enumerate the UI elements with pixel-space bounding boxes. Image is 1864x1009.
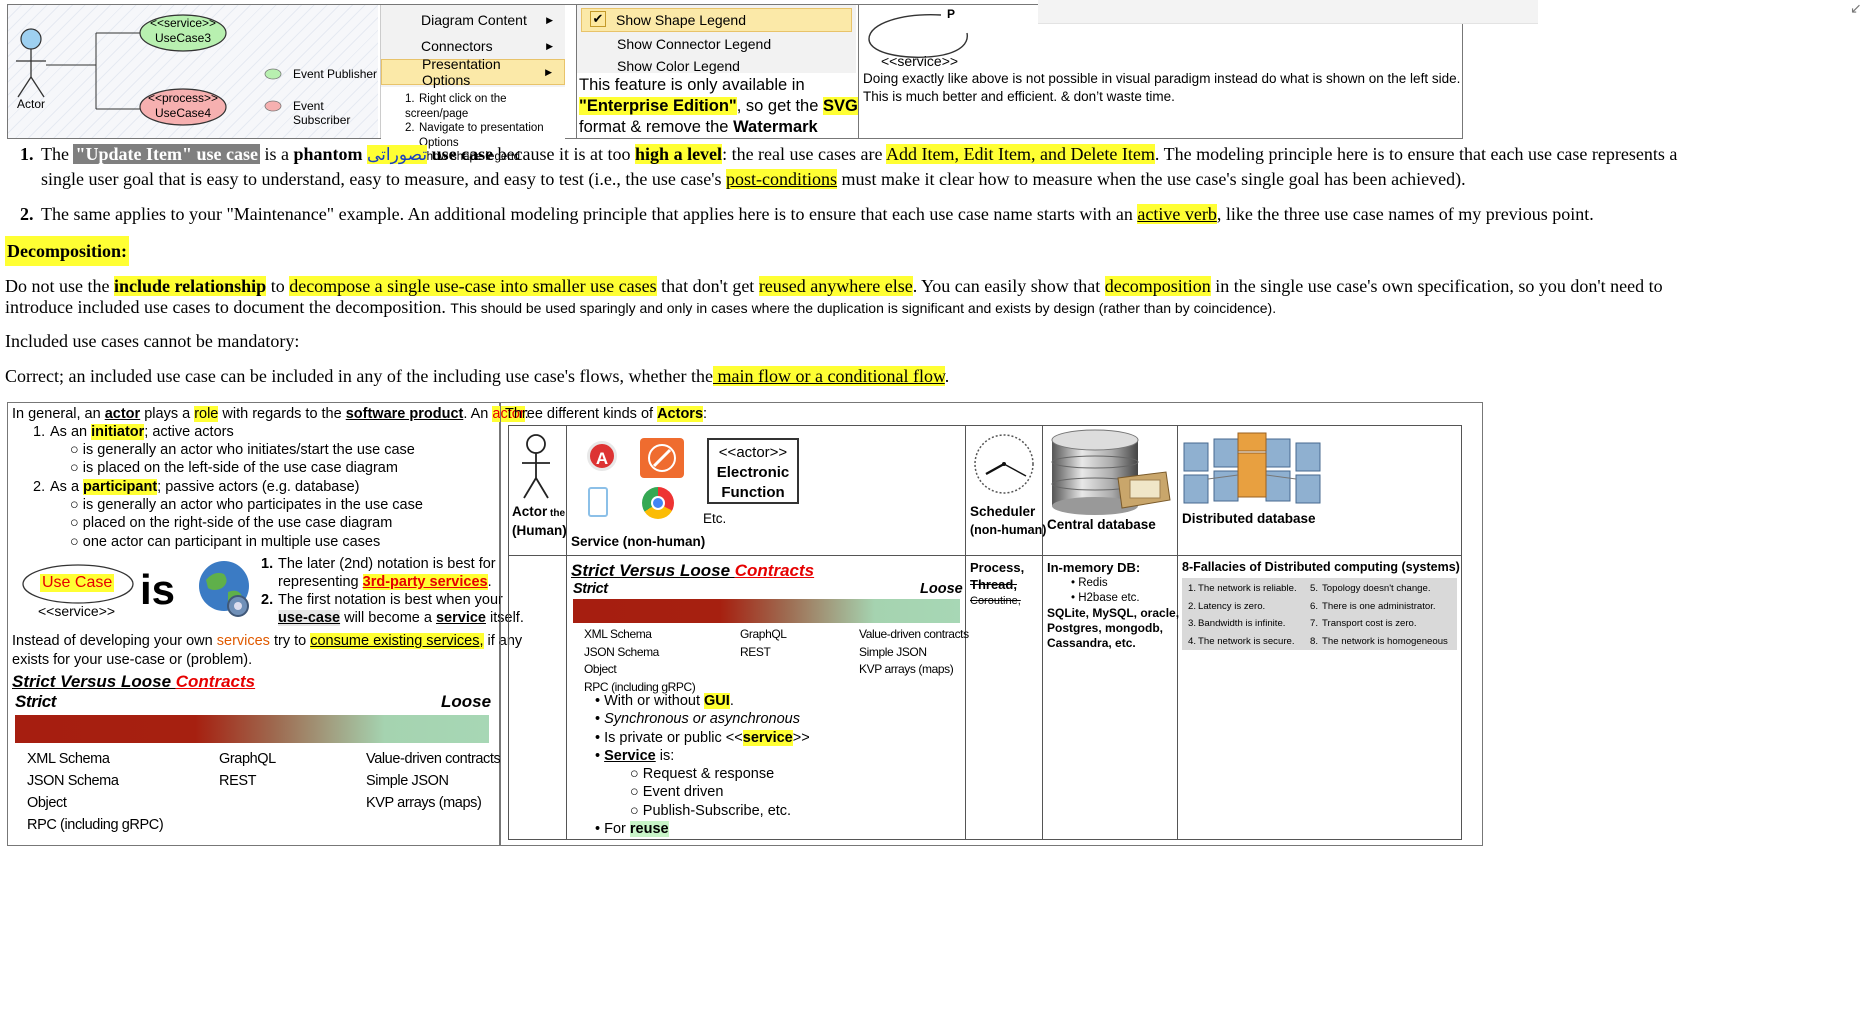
grid-v-line-3	[1042, 425, 1043, 840]
loose-label-left: Loose	[441, 692, 492, 711]
step-2: Navigate to presentation	[419, 122, 544, 134]
chevron-right-icon: ▶	[546, 40, 553, 51]
grid-v-line-1	[566, 425, 567, 840]
diagram-panel: <<service>> UseCase3 <<process>> UseCase…	[8, 5, 378, 138]
legend-event-subscriber: Event Subscriber	[293, 99, 351, 127]
p-label: P	[947, 7, 956, 21]
fallacies-title: 8-Fallacies of Distributed computing (sy…	[1182, 560, 1460, 574]
electronic-function-box: <<actor>> Electronic Function	[707, 438, 799, 504]
feature-note: This feature is only available in "Enter…	[579, 76, 858, 136]
chrome-icon	[642, 487, 674, 519]
grid-h-line	[508, 555, 1462, 556]
fallacy-row: 2. Latency is zero. 6. There is one adminis…	[1188, 600, 1436, 612]
fallacy-row: 3. Bandwidth is infinite. 7. Transport cost…	[1188, 618, 1417, 629]
scheduler-label: Scheduler (non-human)	[970, 504, 1047, 537]
usecase-label: Use Case	[40, 574, 115, 592]
notation-note-1: 1. The later (2nd) notation is best for r…	[261, 556, 524, 626]
central-database-icon	[1048, 428, 1173, 516]
contract-col3-right: Value-driven contracts Simple JSON KVP arr…	[859, 627, 969, 676]
note-line-2: This is much better and efficient. & don…	[863, 89, 1175, 104]
point-2: 2. The same applies to your "Maintenance"…	[20, 204, 1594, 224]
usecase-service-stereo: <<service>>	[38, 603, 116, 619]
strict-label-left: Strict	[15, 692, 57, 711]
note-line-1: Doing exactly like above is not possible…	[863, 71, 1461, 86]
actor-kinds-heading: Three different kinds of Actors:	[505, 406, 708, 422]
distributed-database-label: Distributed database	[1182, 511, 1316, 526]
contract-col2-left: GraphQL REST	[219, 751, 276, 789]
initiator-sub-2: ○ is placed on the left-side of the use …	[70, 460, 398, 476]
menu-item-diagram-content[interactable]: Diagram Content ▶	[381, 7, 565, 33]
expand-icon[interactable]: ↙	[1850, 0, 1862, 17]
participant-sub-3: ○ one actor can participant in multiple …	[70, 534, 381, 550]
context-menu: Diagram Content ▶ Connectors ▶ Presentatio…	[380, 5, 565, 163]
steps-list: 1. Right click on the screen/page 2. Navig…	[381, 87, 565, 163]
consume-services-note: Instead of developing your own services …	[12, 633, 523, 668]
fallacies-table: 1. The network is reliable. 5. Topology doe…	[1182, 578, 1457, 650]
service-stereotype: <<service>>	[149, 16, 217, 30]
strict-loose-gradient-right	[573, 599, 960, 623]
contract-col3-left: Value-driven contracts Simple JSON KVP arr…	[366, 751, 501, 811]
human-actor-icon	[522, 434, 550, 499]
is-label: is	[140, 566, 176, 613]
fallacy-row: 4. The network is secure. 8. The network is…	[1188, 635, 1448, 647]
chevron-right-icon: ▶	[545, 66, 552, 77]
submenu-show-shape-legend[interactable]: ✔ Show Shape Legend	[581, 8, 852, 32]
postman-icon	[640, 438, 684, 478]
service-nonhuman-label: Service (non-human)	[571, 534, 706, 549]
menu-item-presentation-options[interactable]: Presentation Options ▶	[381, 56, 565, 88]
chevron-right-icon: ▶	[546, 14, 553, 25]
submenu: ✔ Show Shape Legend Show Connector Legen…	[576, 5, 858, 138]
process-cell: Process, Thread, Coroutine,	[970, 560, 1025, 607]
svl-title-left: Strict Versus Loose Contracts	[12, 672, 256, 691]
decomposition-line-3: Included use cases cannot be mandatory:	[5, 331, 300, 351]
strict-label-right: Strict	[573, 581, 608, 597]
point-1-line-2: single user goal that is easy to underst…	[41, 169, 1466, 189]
service-usecase-name[interactable]: UseCase3	[140, 31, 226, 46]
contract-col2-right: GraphQL REST	[740, 627, 787, 659]
process-usecase-name[interactable]: UseCase4	[140, 106, 226, 121]
service-bullets: • With or without GUI. • Synchronous or …	[595, 693, 810, 838]
contract-col1-left: XML Schema JSON Schema Object RPC (includin…	[27, 751, 164, 833]
central-database-label: Central database	[1047, 517, 1156, 532]
clock-icon	[974, 434, 1034, 494]
etc-label: Etc.	[703, 511, 727, 526]
participant-sub-2: ○ placed on the right-side of the use ca…	[70, 515, 393, 531]
contract-col1-right: XML Schema JSON Schema Object RPC (includin…	[584, 627, 696, 694]
service-stereo-label: <<service>>	[881, 53, 959, 69]
submenu-show-connector-legend[interactable]: Show Connector Legend	[577, 32, 856, 56]
svl-title-right: Strict Versus Loose Contracts	[571, 561, 815, 580]
service-shape-note: P <<service>> Doing exactly like above i…	[858, 5, 1462, 138]
checkmark-icon: ✔	[590, 11, 606, 27]
globe-gear-icon	[196, 558, 254, 622]
angular-icon: A	[587, 441, 617, 471]
actor-label: Actor	[17, 97, 46, 111]
decomposition-line-4: Correct; an included use case can be inc…	[5, 366, 950, 386]
strict-loose-gradient-left	[15, 715, 489, 743]
fallacy-row: 1. The network is reliable. 5. Topology doe…	[1188, 583, 1431, 594]
legend-event-publisher: Event Publisher	[293, 67, 378, 81]
decomposition-heading: Decomposition:	[5, 236, 129, 266]
distributed-database-icon	[1182, 429, 1322, 509]
decomposition-line-2: introduce included use cases to document…	[5, 297, 1277, 317]
mobile-device-icon	[588, 487, 608, 517]
process-stereotype: <<process>>	[147, 91, 219, 105]
inmemory-db-cell: In-memory DB: • Redis • H2base etc. SQLi…	[1047, 560, 1180, 650]
loose-label-right: Loose	[920, 581, 963, 597]
step-1: Right click on the screen/page	[405, 93, 507, 120]
actor-human-label: Actor the (Human)	[512, 504, 567, 538]
